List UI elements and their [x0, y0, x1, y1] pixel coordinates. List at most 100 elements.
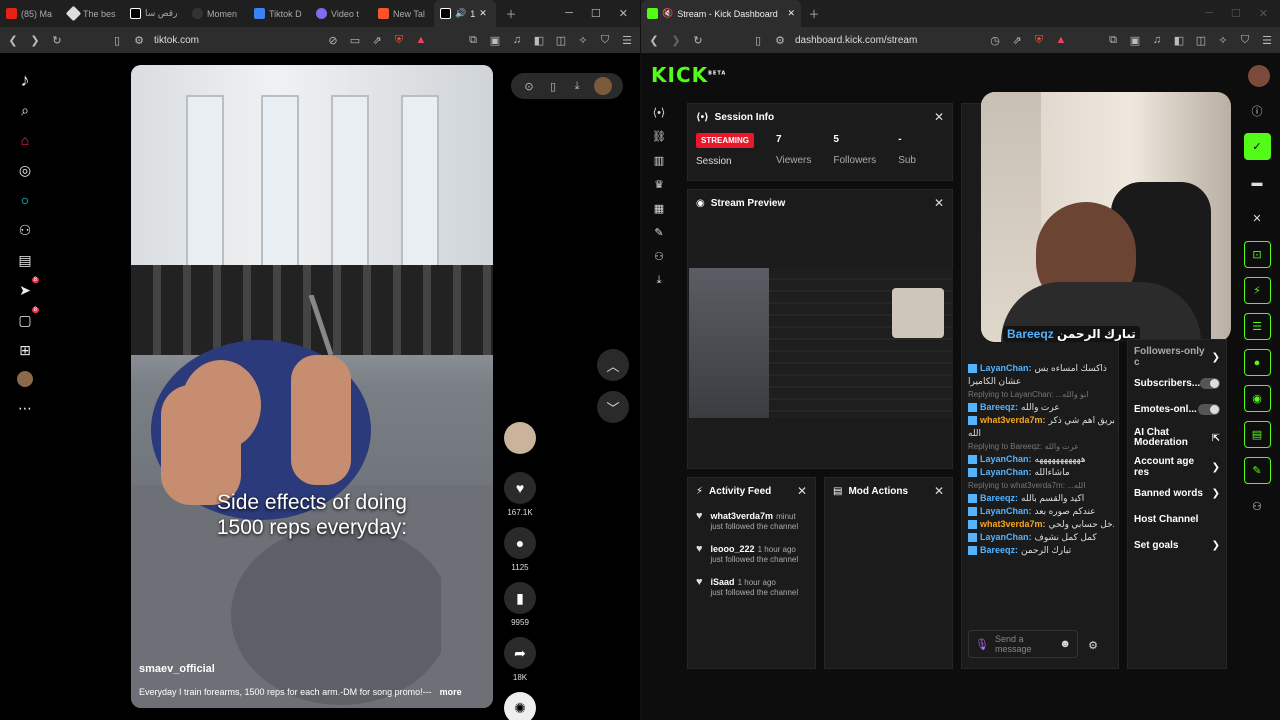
check-icon[interactable]: ✓: [1243, 133, 1271, 160]
chat-username[interactable]: LayanChan:: [980, 363, 1032, 373]
bookmark-icon[interactable]: ▯: [751, 33, 765, 47]
music-disc[interactable]: ✺: [504, 692, 536, 720]
info-icon[interactable]: ⓘ: [1244, 97, 1271, 124]
url-text[interactable]: dashboard.kick.com/stream: [795, 35, 917, 46]
wrench-icon[interactable]: ✎: [1243, 457, 1271, 484]
upload-icon[interactable]: ⊞: [15, 341, 35, 359]
save-button[interactable]: ▮: [504, 582, 536, 614]
audio-icon[interactable]: 🔊: [455, 8, 466, 19]
chat-settings-icon[interactable]: ⚙: [1088, 639, 1098, 652]
kick-logo[interactable]: KICKBETA: [651, 63, 726, 87]
tiktok-logo-icon[interactable]: ♪: [15, 70, 35, 90]
clip-icon[interactable]: ⊡: [1243, 241, 1271, 268]
analytics-icon[interactable]: ▥: [652, 153, 666, 167]
following-icon[interactable]: ⚇: [15, 221, 35, 239]
broadcast-icon[interactable]: ◉: [1243, 385, 1271, 412]
site-info-icon[interactable]: ⚙: [773, 33, 787, 47]
wallet-icon[interactable]: ▣: [1128, 33, 1142, 47]
url-text[interactable]: tiktok.com: [154, 35, 199, 46]
phone-icon[interactable]: ▯: [546, 79, 560, 93]
sidebar-icon[interactable]: ◧: [532, 33, 546, 47]
close-window-icon[interactable]: ✕: [1259, 7, 1268, 20]
forward-icon[interactable]: ❯: [669, 33, 683, 47]
tab-new-tab[interactable]: New Tal: [372, 0, 434, 27]
new-tab-icon[interactable]: ＋: [807, 7, 821, 21]
more-link[interactable]: more: [440, 687, 462, 697]
chat-username[interactable]: what3verda7m:: [980, 415, 1046, 425]
maximize-icon[interactable]: ☐: [591, 7, 601, 20]
close-window-icon[interactable]: ✕: [619, 7, 628, 20]
video-player[interactable]: Side effects of doing 1500 reps everyday…: [131, 65, 493, 708]
sidebar-icon[interactable]: ◧: [1172, 33, 1186, 47]
back-icon[interactable]: ❮: [647, 33, 661, 47]
emote-icon[interactable]: ☻: [1059, 638, 1071, 650]
link-icon[interactable]: ⛓: [652, 129, 666, 143]
tab-youtube[interactable]: (85) Ma: [0, 0, 62, 27]
reload-icon[interactable]: ↻: [50, 33, 64, 47]
share-icon[interactable]: ⇗: [370, 33, 384, 47]
chat-username[interactable]: Bareeqz:: [980, 493, 1018, 503]
emotes-setting[interactable]: Emotes-onl...: [1134, 396, 1220, 422]
banned-words-setting[interactable]: Banned words ❯: [1134, 480, 1220, 506]
home-icon[interactable]: ⌂: [15, 131, 35, 149]
chat-username[interactable]: LayanChan:: [980, 454, 1032, 464]
download-icon[interactable]: ⤓: [570, 79, 584, 93]
music-icon[interactable]: ♫: [510, 33, 524, 47]
chat-input[interactable]: 🎙 Send a message ☻: [968, 630, 1078, 658]
chat-username[interactable]: Bareeqz:: [980, 402, 1018, 412]
close-tab-icon[interactable]: ✕: [787, 8, 795, 19]
new-tab-icon[interactable]: ＋: [504, 7, 518, 21]
explore-icon[interactable]: ◎: [15, 161, 35, 179]
ai-moderation-setting[interactable]: AI Chat Moderation ⇱: [1134, 422, 1220, 454]
next-video-button[interactable]: ﹀: [597, 391, 629, 423]
profile-avatar[interactable]: [17, 371, 33, 387]
download-icon[interactable]: ⤓: [652, 273, 666, 287]
chat-username[interactable]: Bareeqz:: [980, 545, 1018, 555]
account-avatar[interactable]: [594, 77, 612, 95]
creator-avatar[interactable]: [504, 422, 536, 454]
broadcast-icon[interactable]: ⟨•⟩: [652, 105, 666, 119]
music-icon[interactable]: ♫: [1150, 33, 1164, 47]
chat-username[interactable]: what3verda7m:: [980, 519, 1046, 529]
users-icon[interactable]: ⚇: [652, 249, 666, 263]
tab-tiktok-dance[interactable]: رقص سا: [124, 0, 186, 27]
emotes-toggle[interactable]: [1198, 403, 1220, 415]
share-icon[interactable]: ⇗: [1010, 33, 1024, 47]
tab-video-t[interactable]: Video t: [310, 0, 372, 27]
messages-icon[interactable]: ➤ 8: [15, 277, 39, 299]
followers-only-setting[interactable]: Followers-only c ❯: [1134, 344, 1220, 370]
panel-icon[interactable]: ▤: [1243, 421, 1271, 448]
chat-icon[interactable]: ●: [1243, 349, 1271, 376]
wallet2-icon[interactable]: ◫: [1194, 33, 1208, 47]
back-icon[interactable]: ❮: [6, 33, 20, 47]
wallet-icon[interactable]: ▣: [488, 33, 502, 47]
comment-button[interactable]: ●: [504, 527, 536, 559]
site-info-icon[interactable]: ⚙: [132, 33, 146, 47]
tv-icon[interactable]: ▤: [15, 251, 35, 269]
host-channel-setting[interactable]: Host Channel: [1134, 506, 1220, 532]
inbox-icon[interactable]: ▢ 8: [15, 307, 39, 329]
chat-username[interactable]: LayanChan:: [980, 506, 1032, 516]
stream-preview-video[interactable]: [689, 268, 953, 418]
leo-icon[interactable]: ✧: [576, 33, 590, 47]
subscribers-setting[interactable]: Subscribers...: [1134, 370, 1220, 396]
brave-shield-icon[interactable]: ⛨: [1032, 33, 1046, 47]
close-tab-icon[interactable]: ✕: [479, 8, 487, 19]
subscribers-toggle[interactable]: [1200, 377, 1220, 389]
history-icon[interactable]: ◷: [988, 33, 1002, 47]
close-icon[interactable]: ✕: [934, 196, 944, 210]
account-age-setting[interactable]: Account age res ❯: [1134, 454, 1220, 480]
menu-icon[interactable]: ☰: [620, 33, 634, 47]
vpn-icon[interactable]: ⛉: [1238, 33, 1252, 47]
trophy-icon[interactable]: ♛: [652, 177, 666, 191]
like-button[interactable]: ♥: [504, 472, 536, 504]
minimize-icon[interactable]: ─: [1205, 7, 1213, 20]
bookmark-icon[interactable]: ▯: [110, 33, 124, 47]
rewards-icon[interactable]: ▲: [1054, 33, 1068, 47]
menu-icon[interactable]: ☰: [1260, 33, 1274, 47]
tab-tiktok-d[interactable]: Tiktok D: [248, 0, 310, 27]
chat-username[interactable]: LayanChan:: [980, 532, 1032, 542]
layout-icon[interactable]: ▦: [652, 201, 666, 215]
media-icon[interactable]: ▭: [348, 33, 362, 47]
wrench-icon[interactable]: ✎: [652, 225, 666, 239]
